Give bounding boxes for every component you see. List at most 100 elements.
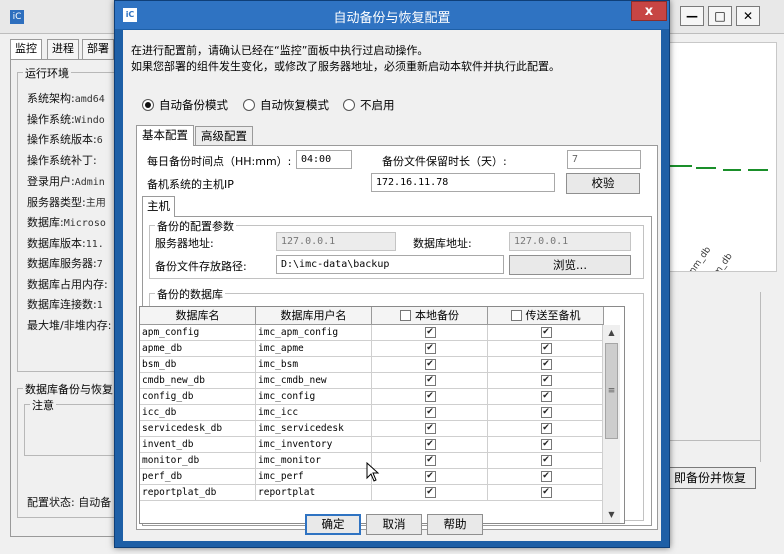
minimize-button[interactable]: — <box>680 6 704 26</box>
local-backup-checkbox[interactable]: ✔ <box>424 375 436 386</box>
send-backup-checkbox[interactable]: ✔ <box>540 487 552 498</box>
runtime-group-caption: 运行环境 <box>23 65 71 81</box>
radio-label: 自动备份模式 <box>159 98 228 112</box>
status-chart-area: vlanm_db vnm_db <box>667 42 777 272</box>
backup-restore-now-button[interactable]: 即备份并恢复 <box>664 467 756 489</box>
ok-button[interactable]: 确定 <box>305 514 361 535</box>
table-scrollbar[interactable]: ▲ ≡ ▼ <box>602 325 620 523</box>
cell-local: ✔ <box>372 405 488 421</box>
col-header-local-backup[interactable]: 本地备份 <box>372 307 488 325</box>
send-backup-checkbox[interactable]: ✔ <box>540 343 552 354</box>
maximize-button[interactable]: □ <box>708 6 732 26</box>
scroll-down-icon[interactable]: ▼ <box>603 507 620 523</box>
local-backup-checkbox[interactable]: ✔ <box>424 455 436 466</box>
send-backup-checkbox[interactable]: ✔ <box>540 439 552 450</box>
host-ip-label: 备机系统的主机IP <box>147 178 234 191</box>
send-backup-checkbox[interactable]: ✔ <box>540 359 552 370</box>
browse-button[interactable]: 浏览... <box>509 255 631 275</box>
db-group-caption: 备份的数据库 <box>155 286 225 302</box>
local-backup-checkbox[interactable]: ✔ <box>424 423 436 434</box>
local-backup-checkbox[interactable]: ✔ <box>424 407 436 418</box>
dialog-close-button[interactable]: x <box>631 1 667 21</box>
runtime-row-value: 7 <box>96 259 103 270</box>
cell-db-name: config_db <box>140 389 256 405</box>
server-addr-input[interactable]: 127.0.0.1 <box>276 232 396 251</box>
col-header-dbname[interactable]: 数据库名 <box>140 307 256 325</box>
note-caption: 注意 <box>30 397 56 413</box>
local-backup-checkbox[interactable]: ✔ <box>424 471 436 482</box>
runtime-row-label: 数据库: <box>27 216 64 229</box>
cell-local: ✔ <box>372 469 488 485</box>
cell-local: ✔ <box>372 421 488 437</box>
scroll-up-icon[interactable]: ▲ <box>603 325 620 341</box>
cell-local: ✔ <box>372 341 488 357</box>
divider <box>760 292 761 462</box>
host-ip-input[interactable]: 172.16.11.78 <box>371 173 555 192</box>
radio-label: 自动恢复模式 <box>260 98 329 112</box>
runtime-row: 系统架构:amd64 <box>27 90 105 106</box>
tab-advanced-config[interactable]: 高级配置 <box>195 126 253 146</box>
cell-db-user: imc_icc <box>256 405 372 421</box>
radio-dot <box>142 99 154 111</box>
cell-db-name: cmdb_new_db <box>140 373 256 389</box>
col-header-dbuser[interactable]: 数据库用户名 <box>256 307 372 325</box>
backup-path-input[interactable]: D:\imc-data\backup <box>276 255 504 274</box>
runtime-row: 数据库服务器:7 <box>27 255 103 271</box>
tab-host[interactable]: 主机 <box>142 196 175 217</box>
local-backup-checkbox[interactable]: ✔ <box>424 359 436 370</box>
send-backup-checkbox[interactable]: ✔ <box>540 407 552 418</box>
tab-process[interactable]: 进程 <box>47 39 79 59</box>
cell-local: ✔ <box>372 485 488 501</box>
send-backup-checkbox[interactable]: ✔ <box>540 455 552 466</box>
local-backup-checkbox[interactable]: ✔ <box>424 391 436 402</box>
local-backup-checkbox[interactable]: ✔ <box>424 487 436 498</box>
local-backup-checkbox[interactable]: ✔ <box>424 343 436 354</box>
backup-time-input[interactable]: 04:00 <box>296 150 352 169</box>
select-all-remote-checkbox[interactable] <box>510 310 522 321</box>
col-header-send-backup[interactable]: 传送至备机 <box>488 307 604 325</box>
send-backup-checkbox[interactable]: ✔ <box>540 391 552 402</box>
tab-deploy[interactable]: 部署 <box>82 39 114 59</box>
runtime-row-value: amd64 <box>74 94 105 105</box>
runtime-row-label: 操作系统版本: <box>27 133 97 146</box>
cancel-button[interactable]: 取消 <box>366 514 422 535</box>
send-backup-checkbox[interactable]: ✔ <box>540 327 552 338</box>
retention-input[interactable]: 7 <box>567 150 641 169</box>
close-button[interactable]: ✕ <box>736 6 760 26</box>
local-backup-checkbox[interactable]: ✔ <box>424 439 436 450</box>
runtime-row: 登录用户:Admin <box>27 173 105 189</box>
server-addr-label: 服务器地址: <box>155 237 214 250</box>
runtime-row-label: 操作系统补丁: <box>27 154 97 167</box>
cell-remote: ✔ <box>488 437 604 453</box>
send-backup-checkbox[interactable]: ✔ <box>540 423 552 434</box>
runtime-row: 数据库:Microso <box>27 214 106 230</box>
local-backup-checkbox[interactable]: ✔ <box>424 327 436 338</box>
chart-label-1: vlanm_db <box>680 245 714 272</box>
cell-db-name: reportplat_db <box>140 485 256 501</box>
tab-basic-config[interactable]: 基本配置 <box>136 125 194 146</box>
send-backup-checkbox[interactable]: ✔ <box>540 471 552 482</box>
runtime-row: 数据库连接数:1 <box>27 296 103 312</box>
verify-button[interactable]: 校验 <box>566 173 640 194</box>
cell-remote: ✔ <box>488 469 604 485</box>
cell-db-user: imc_cmdb_new <box>256 373 372 389</box>
backup-restore-dialog: iC 自动备份与恢复配置 x 在进行配置前，请确认已经在“监控”面板中执行过启动… <box>114 0 670 548</box>
cell-remote: ✔ <box>488 325 604 341</box>
runtime-row-value: Windo <box>74 115 105 126</box>
send-backup-checkbox[interactable]: ✔ <box>540 375 552 386</box>
db-addr-input[interactable]: 127.0.0.1 <box>509 232 631 251</box>
cell-db-user: reportplat <box>256 485 372 501</box>
cell-remote: ✔ <box>488 357 604 373</box>
cell-db-name: bsm_db <box>140 357 256 373</box>
chart-line-4 <box>748 169 768 171</box>
chart-line-2 <box>696 167 716 169</box>
cell-local: ✔ <box>372 453 488 469</box>
scroll-thumb[interactable]: ≡ <box>605 343 618 439</box>
runtime-row-value: 主用 <box>85 198 106 209</box>
select-all-local-checkbox[interactable] <box>400 310 411 321</box>
runtime-row-value: Microso <box>63 218 106 229</box>
runtime-row: 数据库版本:11. <box>27 235 104 251</box>
cell-db-name: invent_db <box>140 437 256 453</box>
tab-monitor[interactable]: 监控 <box>10 39 42 60</box>
help-button[interactable]: 帮助 <box>427 514 483 535</box>
